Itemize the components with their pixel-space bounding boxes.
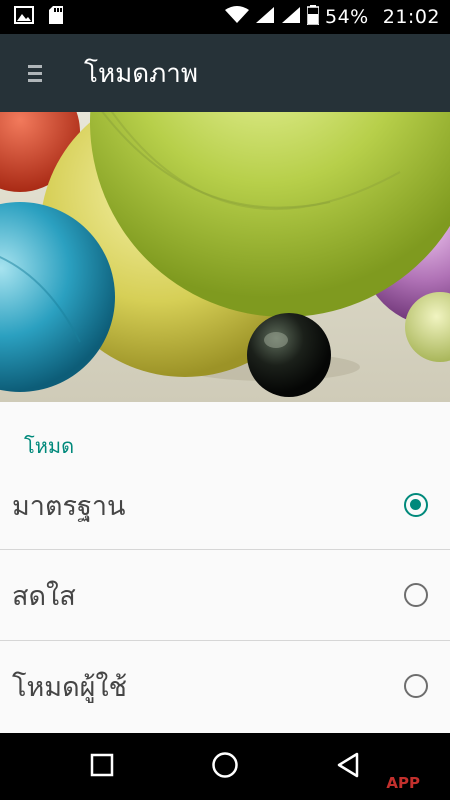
header-image [0,112,450,402]
option-user-mode[interactable]: โหมดผู้ใช้ [0,641,450,731]
watermark-logo: APP [386,774,420,792]
page-title: โหมดภาพ [84,58,199,89]
recents-button[interactable] [72,737,132,797]
option-label: มาตรฐาน [12,490,126,522]
battery-icon [306,4,320,30]
radio-button[interactable] [404,674,428,698]
home-icon [211,751,239,783]
signal-icon [281,6,301,29]
radio-button[interactable] [404,583,428,607]
home-button[interactable] [195,737,255,797]
back-button[interactable] [318,737,378,797]
navigation-bar [0,733,450,800]
sd-card-icon [48,5,64,29]
status-bar: 54% 21:02 [0,0,450,34]
menu-icon [28,64,42,82]
radio-button-checked[interactable] [404,493,428,517]
recents-icon [90,753,114,781]
option-vivid[interactable]: สดใส [0,550,450,640]
app-bar: โหมดภาพ [0,34,450,112]
signal-icon [255,6,275,29]
battery-percent: 54% [325,6,369,28]
clock: 21:02 [382,6,440,28]
back-icon [336,752,360,782]
wifi-icon [225,5,249,29]
option-label: โหมดผู้ใช้ [12,671,127,703]
option-standard[interactable]: มาตรฐาน [0,460,450,550]
gallery-icon [14,6,34,28]
menu-button[interactable] [0,34,70,112]
option-label: สดใส [12,580,76,612]
